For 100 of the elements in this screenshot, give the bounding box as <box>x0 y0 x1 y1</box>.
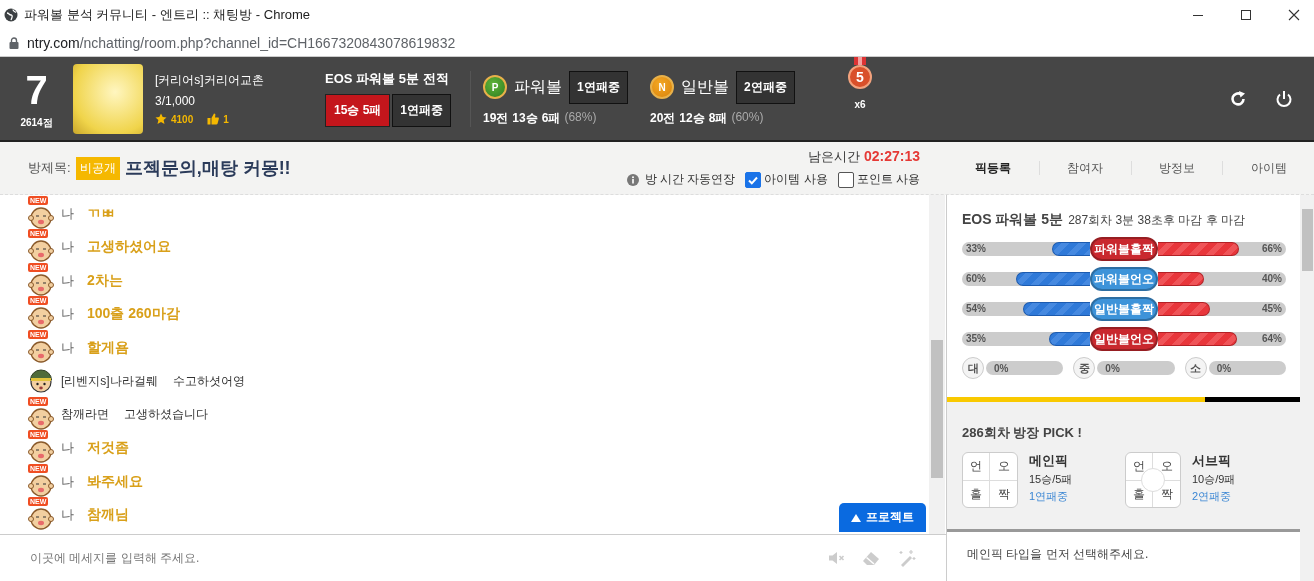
chat-username: 나 <box>61 439 75 458</box>
chat-username: 나 <box>61 238 75 257</box>
pick-name: 메인픽 <box>1029 452 1069 470</box>
percent-text: 64% <box>1261 332 1283 346</box>
percent-text: 54% <box>965 302 987 316</box>
percent-text: 66% <box>1261 242 1283 256</box>
close-icon[interactable] <box>1288 9 1300 21</box>
pick-option[interactable]: 오 <box>1160 459 1173 474</box>
streak-badge: 2연패중 <box>736 70 795 104</box>
pick-record: 15승/5패 <box>1029 472 1073 487</box>
category-pill: 파워볼홀짝 <box>1090 237 1158 261</box>
percent-text: 35% <box>965 332 987 346</box>
room-owner-name: [커리어s]커리어교촌 <box>155 72 265 89</box>
ball-name: 일반볼 <box>681 76 729 97</box>
chat-message: 2차는 <box>87 271 123 290</box>
pick-title: 286회차 방장 PICK ! <box>962 424 1083 442</box>
record-result: 15승 5패 <box>325 94 391 127</box>
medal-count: x6 <box>854 99 866 110</box>
stat-losses: 8패 <box>708 109 728 127</box>
percent-text: 45% <box>1261 302 1283 316</box>
percent-text: 0% <box>1105 362 1120 374</box>
category-pill: 파워볼언오 <box>1090 267 1158 291</box>
stat-rate: (68%) <box>564 109 597 126</box>
address-url[interactable]: ntry.com/nchatting/room.php?channel_id=CH1667320843078619832 <box>27 35 456 51</box>
chat-message: 수고하셧어영 <box>172 372 245 390</box>
chat-message: 고생하셨어요 <box>87 238 171 257</box>
chat-message: 고생하셨습니다 <box>124 406 208 424</box>
scrollbar-thumb[interactable] <box>931 340 943 478</box>
pick-option[interactable]: 짝 <box>997 486 1010 501</box>
tab[interactable]: 아이템 <box>1223 159 1314 177</box>
pick-option[interactable]: 언 <box>1133 459 1145 474</box>
stats-subtitle: 287회차 3분 38초후 마감 후 마감 <box>1068 212 1245 229</box>
message-input-field[interactable]: 이곳에 메세지를 입력해 주세요. <box>28 550 828 566</box>
remaining-time-label: 남은시간 <box>807 149 860 164</box>
pick-option[interactable]: 언 <box>970 459 982 474</box>
pick-option[interactable]: 짝 <box>1160 486 1173 501</box>
member-count: 3/1,000 <box>155 94 197 108</box>
stat-losses: 6패 <box>541 109 561 127</box>
chat-message: 100출 260마감 <box>87 305 180 324</box>
chat-username: 나 <box>61 305 75 324</box>
logo-image-placeholder <box>73 63 143 134</box>
chat-username: 나 <box>61 271 75 290</box>
checkbox[interactable] <box>745 171 762 188</box>
tab[interactable]: 픽등록 <box>948 159 1039 177</box>
streak-badge: 1연패중 <box>569 70 628 104</box>
window-title: 파워볼 분석 커뮤니티 - 엔트리 :: 채팅방 - Chrome <box>24 6 311 24</box>
chat-username: 나 <box>61 204 75 223</box>
tab[interactable]: 방정보 <box>1131 159 1223 177</box>
category-pill: 일반볼홀짝 <box>1090 297 1158 321</box>
category-pill: 일반볼언오 <box>1090 327 1158 351</box>
percent-text: 60% <box>965 272 987 286</box>
triangle-up-icon <box>851 513 861 522</box>
globe-icon <box>4 8 18 22</box>
size-label: 소 <box>1184 357 1207 379</box>
refresh-icon[interactable] <box>1229 89 1247 108</box>
remaining-time: 02:27:13 <box>863 148 920 164</box>
chat-message: ㄲㅃ <box>87 204 115 223</box>
stats-title: EOS 파워볼 5분 <box>962 211 1064 229</box>
pick-option[interactable]: 홀 <box>970 486 982 501</box>
star-icon <box>155 113 167 125</box>
pick-record: 10승/9패 <box>1192 472 1236 487</box>
chat-message: 할게욤 <box>87 338 129 357</box>
project-button[interactable]: 프로젝트 <box>839 503 926 532</box>
star-count: 4100 <box>171 113 194 125</box>
tab[interactable]: 참여자 <box>1039 159 1131 177</box>
rank-number: 7 <box>24 67 49 112</box>
room-title-label: 방제목: <box>28 159 71 177</box>
pick-option[interactable]: 오 <box>997 459 1010 474</box>
stat-games: 19전 <box>483 109 509 127</box>
chat-message: 참깨님 <box>87 506 129 525</box>
pick-option[interactable]: 홀 <box>1133 486 1145 501</box>
percent-text: 0% <box>994 362 1009 374</box>
room-title: 프젝문의,매탕 커몽!! <box>124 157 291 180</box>
chat-username: 나 <box>61 506 75 525</box>
chat-username: 참깨라면 <box>61 406 109 424</box>
scrollbar-thumb[interactable] <box>1302 209 1313 271</box>
info-icon <box>626 173 639 186</box>
option-label: 아이템 사용 <box>764 171 828 188</box>
percent-text: 40% <box>1261 272 1283 286</box>
checkbox[interactable] <box>837 171 854 188</box>
points-text: 2614점 <box>19 115 54 130</box>
private-badge: 비공개 <box>75 156 120 180</box>
pick-streak: 2연패중 <box>1192 489 1233 504</box>
like-count: 1 <box>223 113 229 125</box>
option-label: 포인트 사용 <box>856 171 920 188</box>
record-title: EOS 파워볼 5분 전적 <box>325 70 450 88</box>
scrollbar[interactable] <box>929 195 945 534</box>
chat-username: [리벤지s]나라걸뤠 <box>61 372 158 390</box>
size-label: 대 <box>962 357 984 379</box>
chat-username: 나 <box>61 338 75 357</box>
chat-username: 나 <box>61 472 75 491</box>
streak-badge: 1연패중 <box>392 94 452 127</box>
chat-message: 봐주세요 <box>87 472 143 491</box>
maximize-icon[interactable] <box>1240 9 1252 21</box>
power-icon[interactable] <box>1275 89 1293 108</box>
pick-streak: 1연패중 <box>1029 489 1070 504</box>
ball-icon: N <box>650 75 674 99</box>
thumbs-up-icon <box>207 113 220 125</box>
ball-icon: P <box>483 75 507 99</box>
ball-name: 파워볼 <box>514 76 562 97</box>
